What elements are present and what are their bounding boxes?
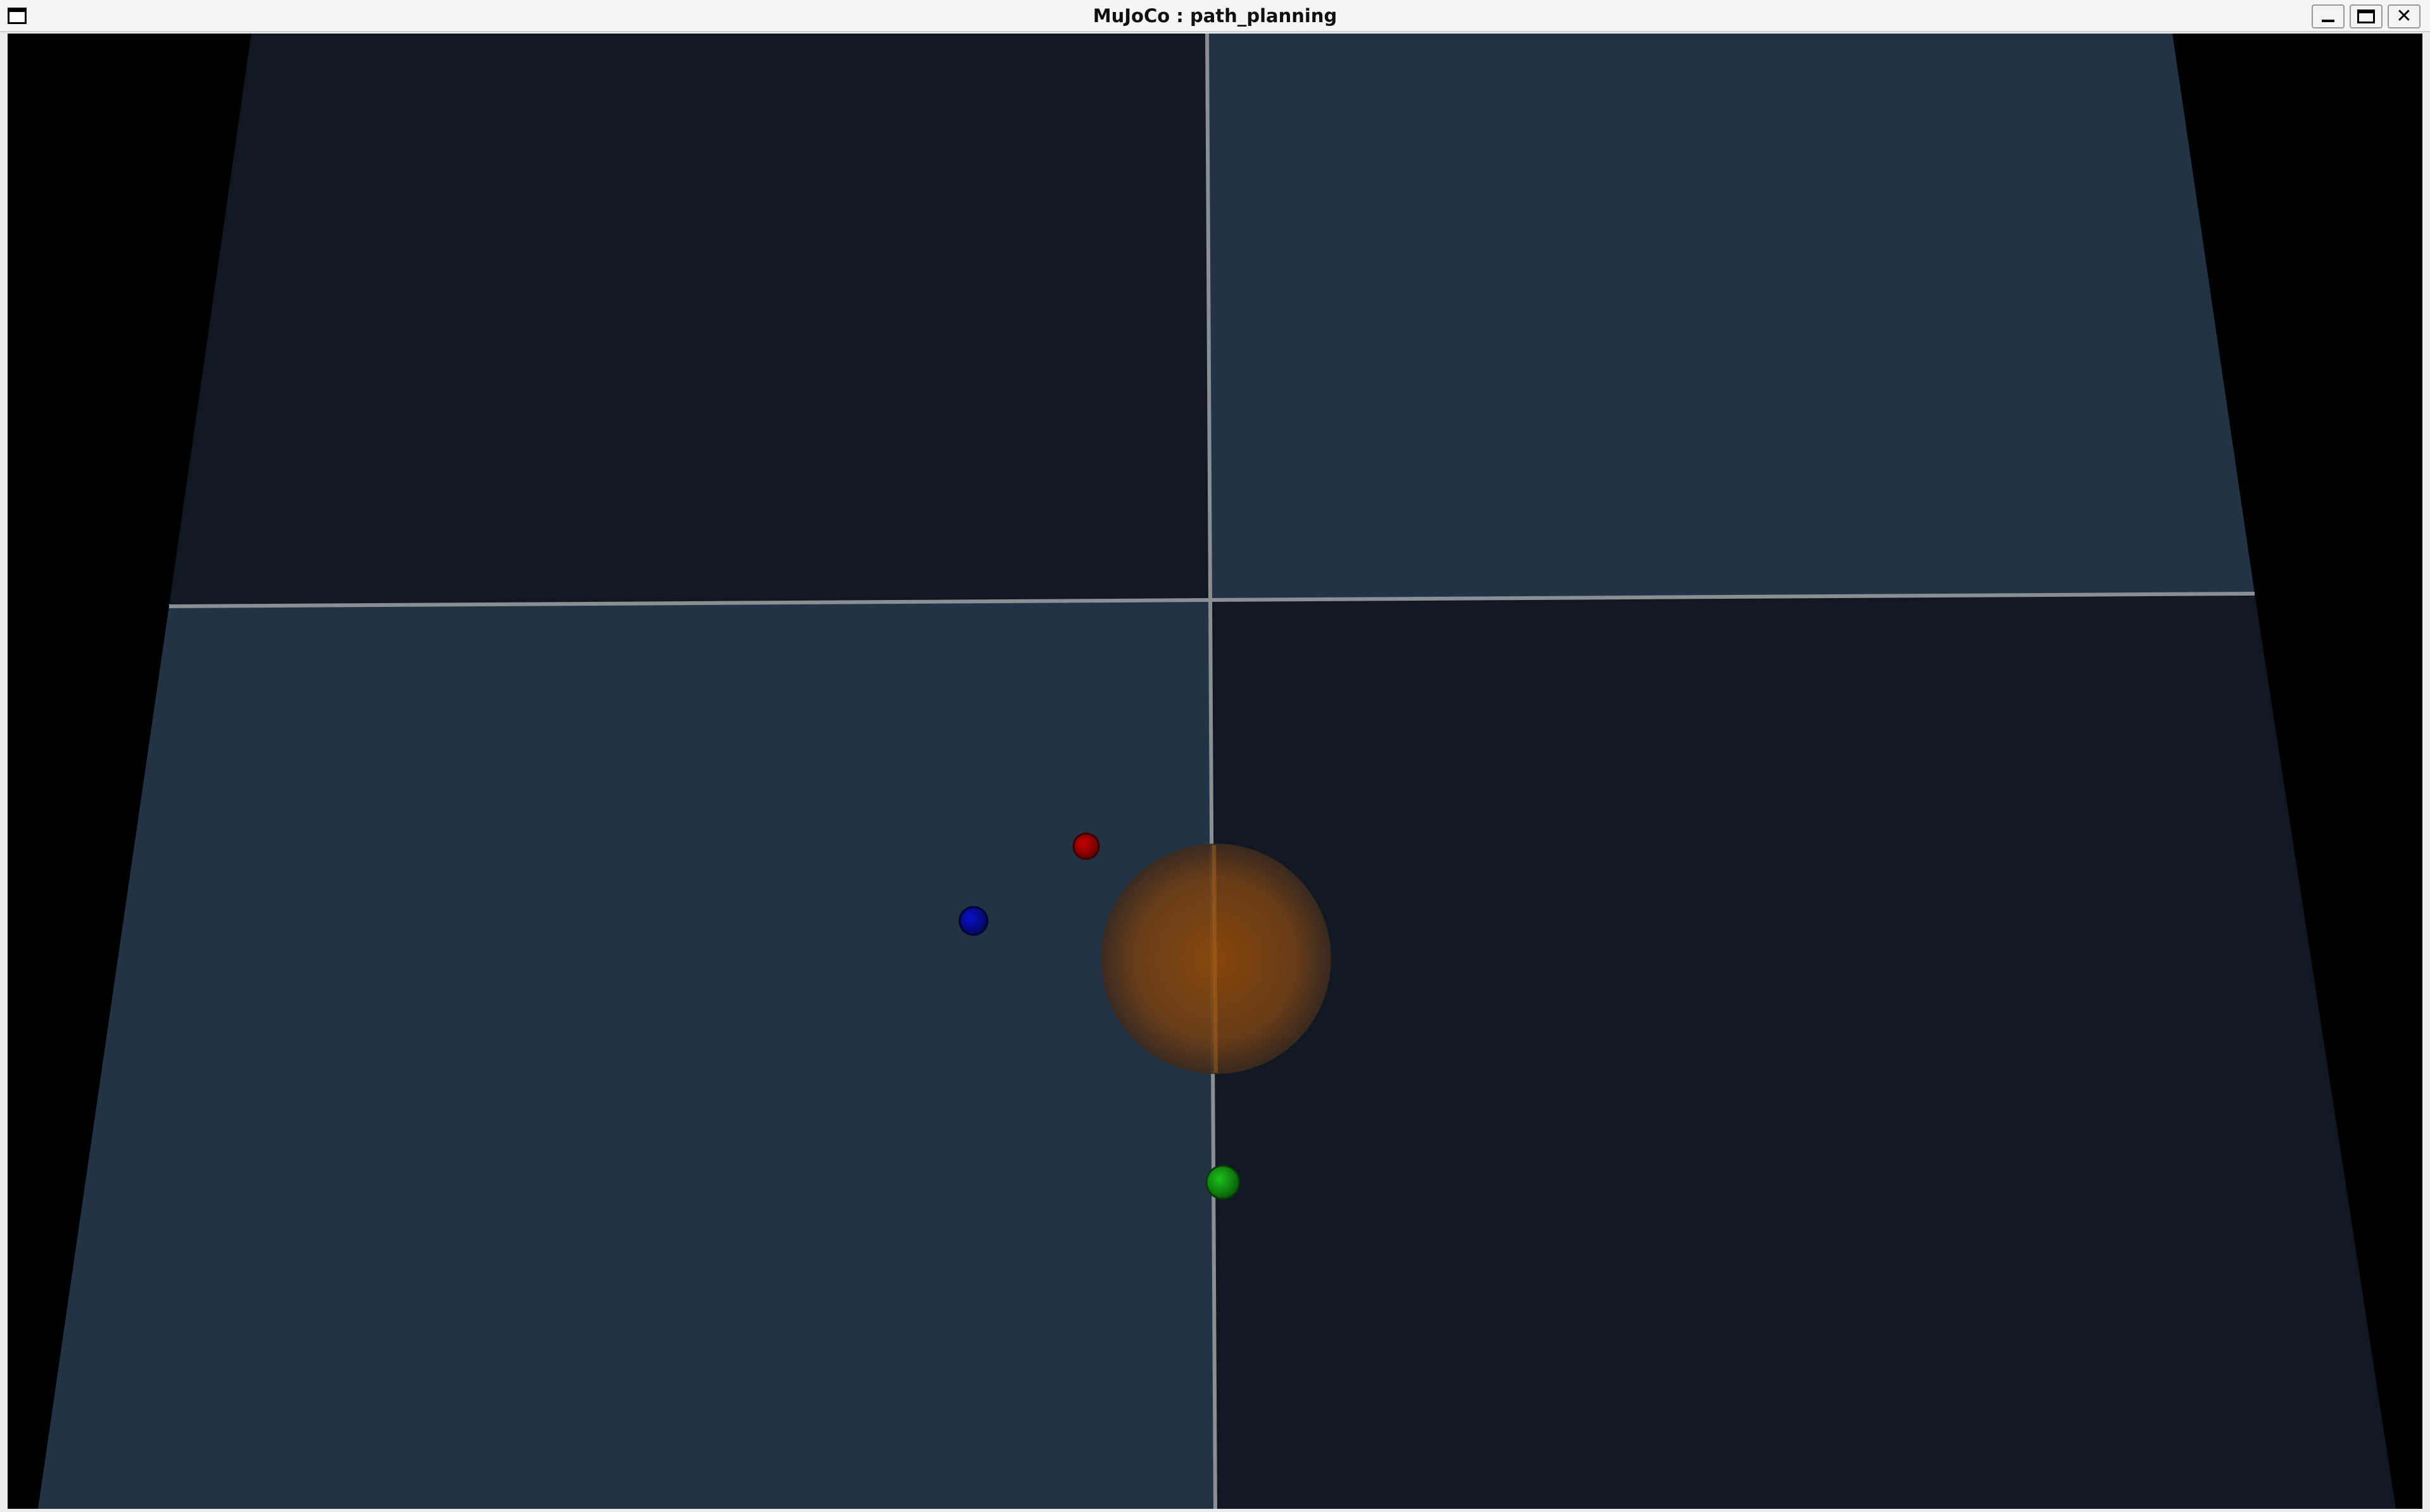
- obstacle-grid-line-overlay: [1212, 844, 1218, 1073]
- scene-canvas[interactable]: [8, 34, 2422, 1509]
- title-bar[interactable]: MuJoCo : path_planning ✕: [0, 0, 2430, 32]
- green-marker[interactable]: [1205, 1165, 1241, 1200]
- application-window: MuJoCo : path_planning ✕: [0, 0, 2430, 1512]
- close-button[interactable]: ✕: [2388, 4, 2421, 28]
- simulation-viewport[interactable]: [8, 34, 2422, 1509]
- floor-tile-top-right: [1207, 34, 2255, 599]
- minimize-icon: [2322, 20, 2334, 22]
- blue-marker[interactable]: [958, 906, 989, 936]
- floor-tile-bottom-right: [1209, 594, 2396, 1509]
- floor-tile-top-left: [169, 34, 1209, 606]
- floor-tile-bottom-left: [38, 599, 1215, 1509]
- maximize-icon: [2357, 9, 2375, 23]
- red-marker[interactable]: [1072, 832, 1100, 860]
- close-icon: ✕: [2396, 5, 2412, 27]
- maximize-button[interactable]: [2350, 4, 2383, 28]
- minimize-button[interactable]: [2312, 4, 2345, 28]
- window-title: MuJoCo : path_planning: [1093, 5, 1337, 27]
